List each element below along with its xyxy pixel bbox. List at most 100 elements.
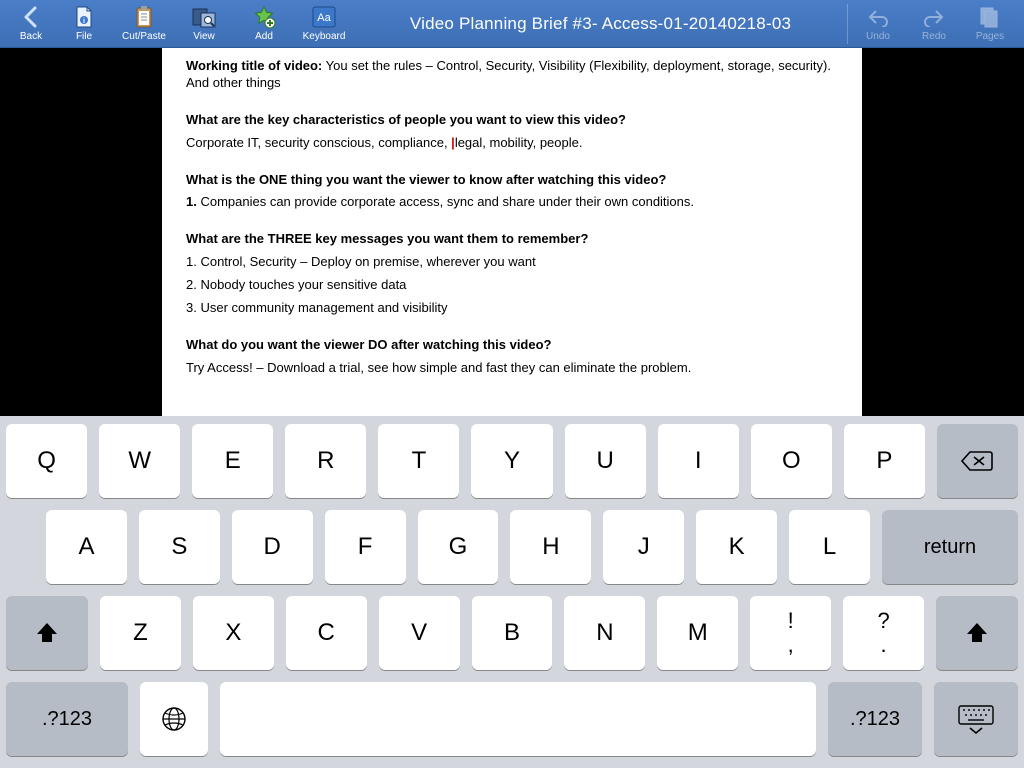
toolbar-separator (847, 4, 848, 44)
key-comma: , (788, 634, 794, 656)
q2-answer-b: legal, mobility, people. (455, 135, 583, 150)
q2-answer: Corporate IT, security conscious, compli… (186, 135, 838, 152)
back-label: Back (20, 31, 42, 43)
key-question: ? (877, 610, 889, 632)
keyboard-row-1: Q W E R T Y U I O P (6, 424, 1018, 498)
key-numsym-left[interactable]: .?123 (6, 682, 128, 756)
add-label: Add (255, 31, 273, 43)
key-g[interactable]: G (418, 510, 499, 584)
q2-heading: What are the key characteristics of peop… (186, 112, 838, 129)
key-y[interactable]: Y (471, 424, 552, 498)
q5-heading: What do you want the viewer DO after wat… (186, 337, 838, 354)
pages-label: Pages (976, 31, 1004, 43)
file-label: File (76, 31, 92, 43)
q3-num: 1. (186, 194, 197, 209)
backspace-icon (960, 449, 994, 473)
key-question-period[interactable]: ? . (843, 596, 924, 670)
file-button[interactable]: i File (54, 0, 114, 47)
key-period: . (881, 634, 887, 656)
key-b[interactable]: B (472, 596, 553, 670)
key-i[interactable]: I (658, 424, 739, 498)
key-f[interactable]: F (325, 510, 406, 584)
toolbar-left-group: Back i File Cut/Paste View Add (0, 0, 362, 47)
back-button[interactable]: Back (8, 0, 54, 47)
key-q[interactable]: Q (6, 424, 87, 498)
key-x[interactable]: X (193, 596, 274, 670)
q3-answer: 1. Companies can provide corporate acces… (186, 194, 838, 211)
globe-icon (160, 705, 188, 733)
add-button[interactable]: Add (234, 0, 294, 47)
q3-text: Companies can provide corporate access, … (197, 194, 694, 209)
key-space[interactable] (220, 682, 816, 756)
redo-icon (922, 4, 946, 30)
key-shift-left[interactable] (6, 596, 88, 670)
q3-heading: What is the ONE thing you want the viewe… (186, 172, 838, 189)
svg-text:i: i (83, 18, 85, 25)
key-h[interactable]: H (510, 510, 591, 584)
shift-icon (964, 620, 990, 646)
key-s[interactable]: S (139, 510, 220, 584)
key-d[interactable]: D (232, 510, 313, 584)
key-j[interactable]: J (603, 510, 684, 584)
key-exclam-comma[interactable]: ! , (750, 596, 831, 670)
view-button[interactable]: View (174, 0, 234, 47)
keyboard-aa-icon: Aa (312, 4, 336, 30)
key-r[interactable]: R (285, 424, 366, 498)
key-k[interactable]: K (696, 510, 777, 584)
keyboard-row-2: A S D F G H J K L return (6, 510, 1018, 584)
undo-button[interactable]: Undo (850, 0, 906, 47)
q4-item-3: 3. User community management and visibil… (186, 300, 838, 317)
document-title: Video Planning Brief #3- Access-01-20140… (362, 14, 839, 34)
key-v[interactable]: V (379, 596, 460, 670)
keyboard-row-3: Z X C V B N M ! , ? . (6, 596, 1018, 670)
key-t[interactable]: T (378, 424, 459, 498)
key-e[interactable]: E (192, 424, 273, 498)
q1-label: Working title of video: (186, 58, 322, 73)
back-icon (22, 4, 40, 30)
onscreen-keyboard: Q W E R T Y U I O P A S D F G H J K L re… (0, 416, 1024, 768)
undo-label: Undo (866, 31, 890, 43)
hide-keyboard-icon (956, 704, 996, 734)
key-z[interactable]: Z (100, 596, 181, 670)
q5-answer: Try Access! – Download a trial, see how … (186, 360, 838, 377)
key-u[interactable]: U (565, 424, 646, 498)
key-backspace[interactable] (937, 424, 1018, 498)
pages-button[interactable]: Pages (962, 0, 1018, 47)
key-o[interactable]: O (751, 424, 832, 498)
keyboard-label: Keyboard (303, 31, 346, 43)
key-l[interactable]: L (789, 510, 870, 584)
key-return[interactable]: return (882, 510, 1018, 584)
key-n[interactable]: N (564, 596, 645, 670)
q1-line: Working title of video: You set the rule… (186, 58, 838, 92)
key-w[interactable]: W (99, 424, 180, 498)
svg-text:Aa: Aa (317, 12, 331, 24)
key-numsym-right[interactable]: .?123 (828, 682, 922, 756)
file-icon: i (73, 4, 95, 30)
q4-heading: What are the THREE key messages you want… (186, 231, 838, 248)
q4-item-2: 2. Nobody touches your sensitive data (186, 277, 838, 294)
toolbar-right-group: Undo Redo Pages (839, 0, 1024, 47)
undo-icon (866, 4, 890, 30)
pages-icon (978, 4, 1002, 30)
cutpaste-label: Cut/Paste (122, 31, 166, 43)
view-icon (191, 4, 217, 30)
key-c[interactable]: C (286, 596, 367, 670)
key-m[interactable]: M (657, 596, 738, 670)
keyboard-row-4: .?123 .?123 (6, 682, 1018, 756)
redo-button[interactable]: Redo (906, 0, 962, 47)
document-page[interactable]: Working title of video: You set the rule… (162, 48, 862, 416)
view-label: View (193, 31, 215, 43)
shift-icon (34, 620, 60, 646)
document-stage: Working title of video: You set the rule… (0, 48, 1024, 416)
key-hide-keyboard[interactable] (934, 682, 1018, 756)
key-shift-right[interactable] (936, 596, 1018, 670)
clipboard-icon (133, 4, 155, 30)
key-p[interactable]: P (844, 424, 925, 498)
key-globe[interactable] (140, 682, 208, 756)
cutpaste-button[interactable]: Cut/Paste (114, 0, 174, 47)
add-icon (252, 4, 276, 30)
redo-label: Redo (922, 31, 946, 43)
q2-answer-a: Corporate IT, security conscious, compli… (186, 135, 451, 150)
keyboard-button[interactable]: Aa Keyboard (294, 0, 354, 47)
key-a[interactable]: A (46, 510, 127, 584)
